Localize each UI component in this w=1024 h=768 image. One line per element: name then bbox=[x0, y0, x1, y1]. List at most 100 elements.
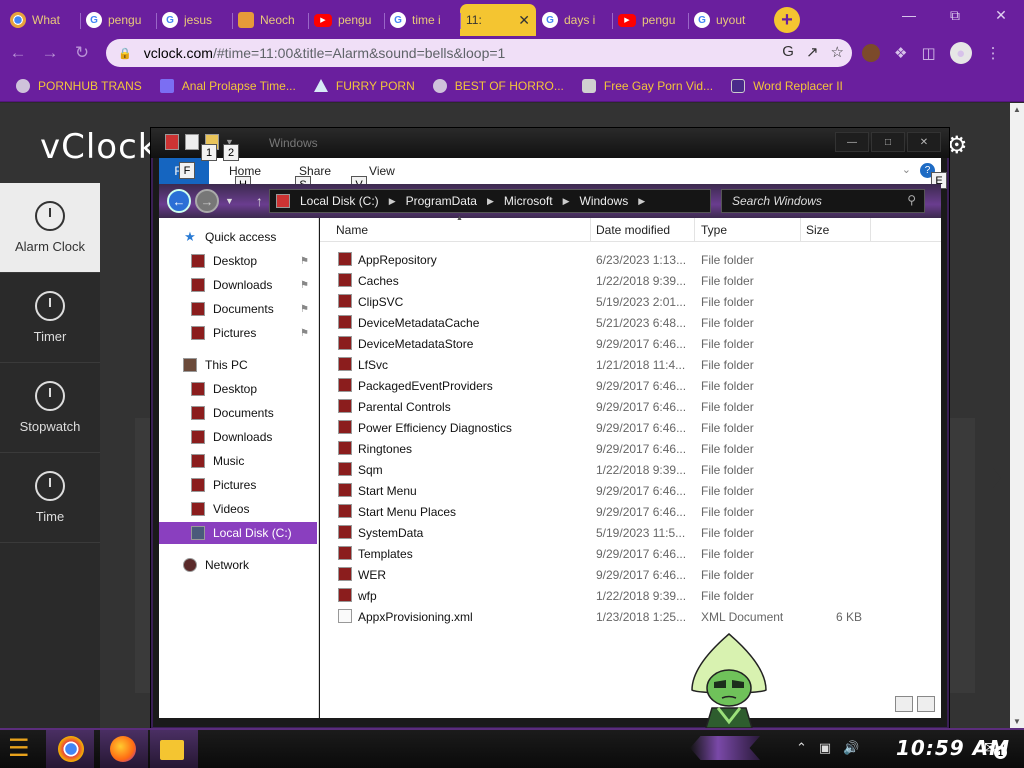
column-type[interactable]: Type bbox=[701, 223, 727, 237]
ribbon-expand-icon[interactable]: ⌄ bbox=[902, 163, 911, 176]
breadcrumb-segment[interactable]: Local Disk (C:) bbox=[300, 194, 379, 208]
table-row[interactable]: Start Menu Places 9/29/2017 6:46... File f… bbox=[320, 501, 941, 522]
extensions-puzzle-icon[interactable]: ❖ bbox=[894, 44, 907, 62]
browser-tab[interactable]: Gtime i bbox=[384, 4, 460, 36]
search-icon[interactable]: ⚲ bbox=[907, 193, 916, 207]
reload-icon[interactable]: ↻ bbox=[68, 39, 96, 67]
browser-tab[interactable]: ▶ pengu bbox=[308, 4, 384, 36]
table-row[interactable]: Ringtones 9/29/2017 6:46... File folder bbox=[320, 438, 941, 459]
nav-item[interactable]: Music bbox=[159, 450, 317, 472]
show-hidden-icons-icon[interactable]: ⌃ bbox=[796, 740, 807, 756]
explorer-minimize-icon[interactable]: — bbox=[835, 132, 869, 152]
up-arrow-icon[interactable]: ↑ bbox=[256, 193, 263, 209]
table-row[interactable]: ClipSVC 5/19/2023 2:01... File folder bbox=[320, 291, 941, 312]
breadcrumb-chevron-icon[interactable]: ▶ bbox=[638, 196, 645, 207]
breadcrumb-chevron-icon[interactable]: ▶ bbox=[389, 196, 396, 207]
nav-item[interactable]: Downloads ⚑ bbox=[159, 274, 317, 296]
nav-item[interactable]: Network bbox=[159, 554, 317, 576]
explorer-app-icon[interactable] bbox=[165, 134, 179, 150]
nav-item[interactable]: This PC bbox=[159, 354, 317, 376]
back-arrow-icon[interactable]: ← bbox=[4, 39, 32, 67]
bookmark-item[interactable]: Anal Prolapse Time... bbox=[159, 78, 296, 93]
google-lens-icon[interactable]: G bbox=[782, 43, 794, 61]
table-row[interactable]: Parental Controls 9/29/2017 6:46... File f… bbox=[320, 396, 941, 417]
nav-item[interactable]: Desktop ⚑ bbox=[159, 250, 317, 272]
column-date-modified[interactable]: Date modified bbox=[596, 223, 670, 237]
new-tab-button[interactable]: + bbox=[774, 7, 800, 33]
file-explorer-taskbar-icon[interactable] bbox=[160, 740, 184, 760]
table-row[interactable]: WER 9/29/2017 6:46... File folder bbox=[320, 564, 941, 585]
nav-item[interactable]: Pictures ⚑ bbox=[159, 322, 317, 344]
details-view-icon[interactable] bbox=[895, 696, 913, 712]
nav-item[interactable]: Pictures bbox=[159, 474, 317, 496]
table-row[interactable]: Sqm 1/22/2018 9:39... File folder bbox=[320, 459, 941, 480]
table-row[interactable]: LfSvc 1/21/2018 11:4... File folder bbox=[320, 354, 941, 375]
vclock-nav-time[interactable]: Time bbox=[0, 453, 100, 543]
more-menu-icon[interactable]: ⋮ bbox=[986, 44, 1001, 62]
browser-tab[interactable]: Gjesus bbox=[156, 4, 232, 36]
side-panel-icon[interactable]: ◫ bbox=[921, 44, 935, 62]
vclock-nav-alarm-clock[interactable]: Alarm Clock bbox=[0, 183, 100, 273]
table-row[interactable]: Power Efficiency Diagnostics 9/29/2017 6:… bbox=[320, 417, 941, 438]
url-text[interactable]: vclock.com/#time=11:00&title=Alarm&sound… bbox=[144, 45, 506, 61]
table-row[interactable]: DeviceMetadataStore 9/29/2017 6:46... File… bbox=[320, 333, 941, 354]
table-row[interactable]: DeviceMetadataCache 5/21/2023 6:48... File… bbox=[320, 312, 941, 333]
bookmark-item[interactable]: BEST OF HORRO... bbox=[432, 78, 564, 93]
properties-icon[interactable] bbox=[185, 134, 199, 150]
table-row[interactable]: PackagedEventProviders 9/29/2017 6:46... F… bbox=[320, 375, 941, 396]
bookmark-item[interactable]: Word Replacer II bbox=[731, 78, 843, 93]
vclock-logo[interactable]: vClock bbox=[40, 127, 159, 167]
bookmark-item[interactable]: Free Gay Porn Vid... bbox=[581, 78, 713, 93]
page-scrollbar[interactable]: ▲ ▼ bbox=[1010, 103, 1024, 728]
address-bar[interactable]: 🔒 vclock.com/#time=11:00&title=Alarm&sou… bbox=[106, 39, 852, 67]
volume-icon[interactable]: 🔊 bbox=[843, 740, 859, 756]
browser-tab[interactable]: Gdays i bbox=[536, 4, 612, 36]
browser-tab[interactable]: Guyout bbox=[688, 4, 764, 36]
nav-item[interactable]: Videos bbox=[159, 498, 317, 520]
extension-avatar-icon[interactable] bbox=[862, 44, 880, 62]
nav-item[interactable]: ★ Quick access bbox=[159, 226, 317, 248]
nav-item[interactable]: Documents bbox=[159, 402, 317, 424]
vclock-nav-stopwatch[interactable]: Stopwatch bbox=[0, 363, 100, 453]
bookmark-star-icon[interactable]: ☆ bbox=[831, 43, 844, 61]
table-row[interactable]: AppxProvisioning.xml 1/23/2018 1:25... XML… bbox=[320, 606, 941, 627]
explorer-close-icon[interactable]: ✕ bbox=[907, 132, 941, 152]
table-row[interactable]: Start Menu 9/29/2017 6:46... File folder bbox=[320, 480, 941, 501]
search-input[interactable]: Search Windows ⚲ bbox=[721, 189, 925, 213]
breadcrumb-chevron-icon[interactable]: ▶ bbox=[487, 196, 494, 207]
nav-item[interactable]: Local Disk (C:) bbox=[159, 522, 317, 544]
bookmark-item[interactable]: FURRY PORN bbox=[313, 79, 415, 93]
close-icon[interactable]: ✕ bbox=[978, 0, 1024, 30]
nav-item[interactable]: Downloads bbox=[159, 426, 317, 448]
breadcrumb-segment[interactable]: ProgramData bbox=[406, 194, 477, 208]
forward-arrow-icon[interactable]: → bbox=[195, 189, 219, 213]
browser-tab[interactable]: ▶ pengu bbox=[612, 4, 688, 36]
column-size[interactable]: Size bbox=[806, 223, 829, 237]
browser-tab[interactable]: Neoch bbox=[232, 4, 308, 36]
minimize-icon[interactable]: — bbox=[886, 0, 932, 30]
table-row[interactable]: AppRepository 6/23/2023 1:13... File folde… bbox=[320, 249, 941, 270]
profile-avatar-icon[interactable]: ● bbox=[949, 42, 972, 64]
forward-arrow-icon[interactable]: → bbox=[36, 39, 64, 67]
explorer-title-bar[interactable]: ▼ Windows — □ ✕ bbox=[151, 128, 949, 158]
breadcrumb-chevron-icon[interactable]: ▶ bbox=[563, 196, 570, 207]
tab-close-icon[interactable]: ✕ bbox=[518, 12, 530, 29]
bookmark-item[interactable]: PORNHUB TRANS bbox=[16, 78, 142, 93]
scroll-up-icon[interactable]: ▲ bbox=[1013, 105, 1021, 114]
breadcrumb[interactable]: Local Disk (C:) ▶ ProgramData ▶ Microsoft ▶ Wi… bbox=[269, 189, 711, 213]
nav-item[interactable]: Desktop bbox=[159, 378, 317, 400]
browser-tab[interactable]: ✓11:✕ bbox=[460, 4, 536, 36]
table-row[interactable]: wfp 1/22/2018 9:39... File folder bbox=[320, 585, 941, 606]
network-icon[interactable]: ▣ bbox=[819, 740, 831, 756]
back-arrow-icon[interactable]: ← bbox=[167, 189, 191, 213]
large-icons-view-icon[interactable] bbox=[917, 696, 935, 712]
notification-center-icon[interactable]: ✉ 1 bbox=[984, 738, 1007, 759]
lock-icon[interactable]: 🔒 bbox=[118, 47, 132, 60]
table-row[interactable]: Caches 1/22/2018 9:39... File folder bbox=[320, 270, 941, 291]
share-icon[interactable]: ↗ bbox=[806, 43, 819, 61]
nav-item[interactable]: Documents ⚑ bbox=[159, 298, 317, 320]
browser-tab[interactable]: What bbox=[4, 4, 80, 36]
column-name[interactable]: Name bbox=[336, 223, 368, 237]
breadcrumb-segment[interactable]: Microsoft bbox=[504, 194, 553, 208]
explorer-maximize-icon[interactable]: □ bbox=[871, 132, 905, 152]
